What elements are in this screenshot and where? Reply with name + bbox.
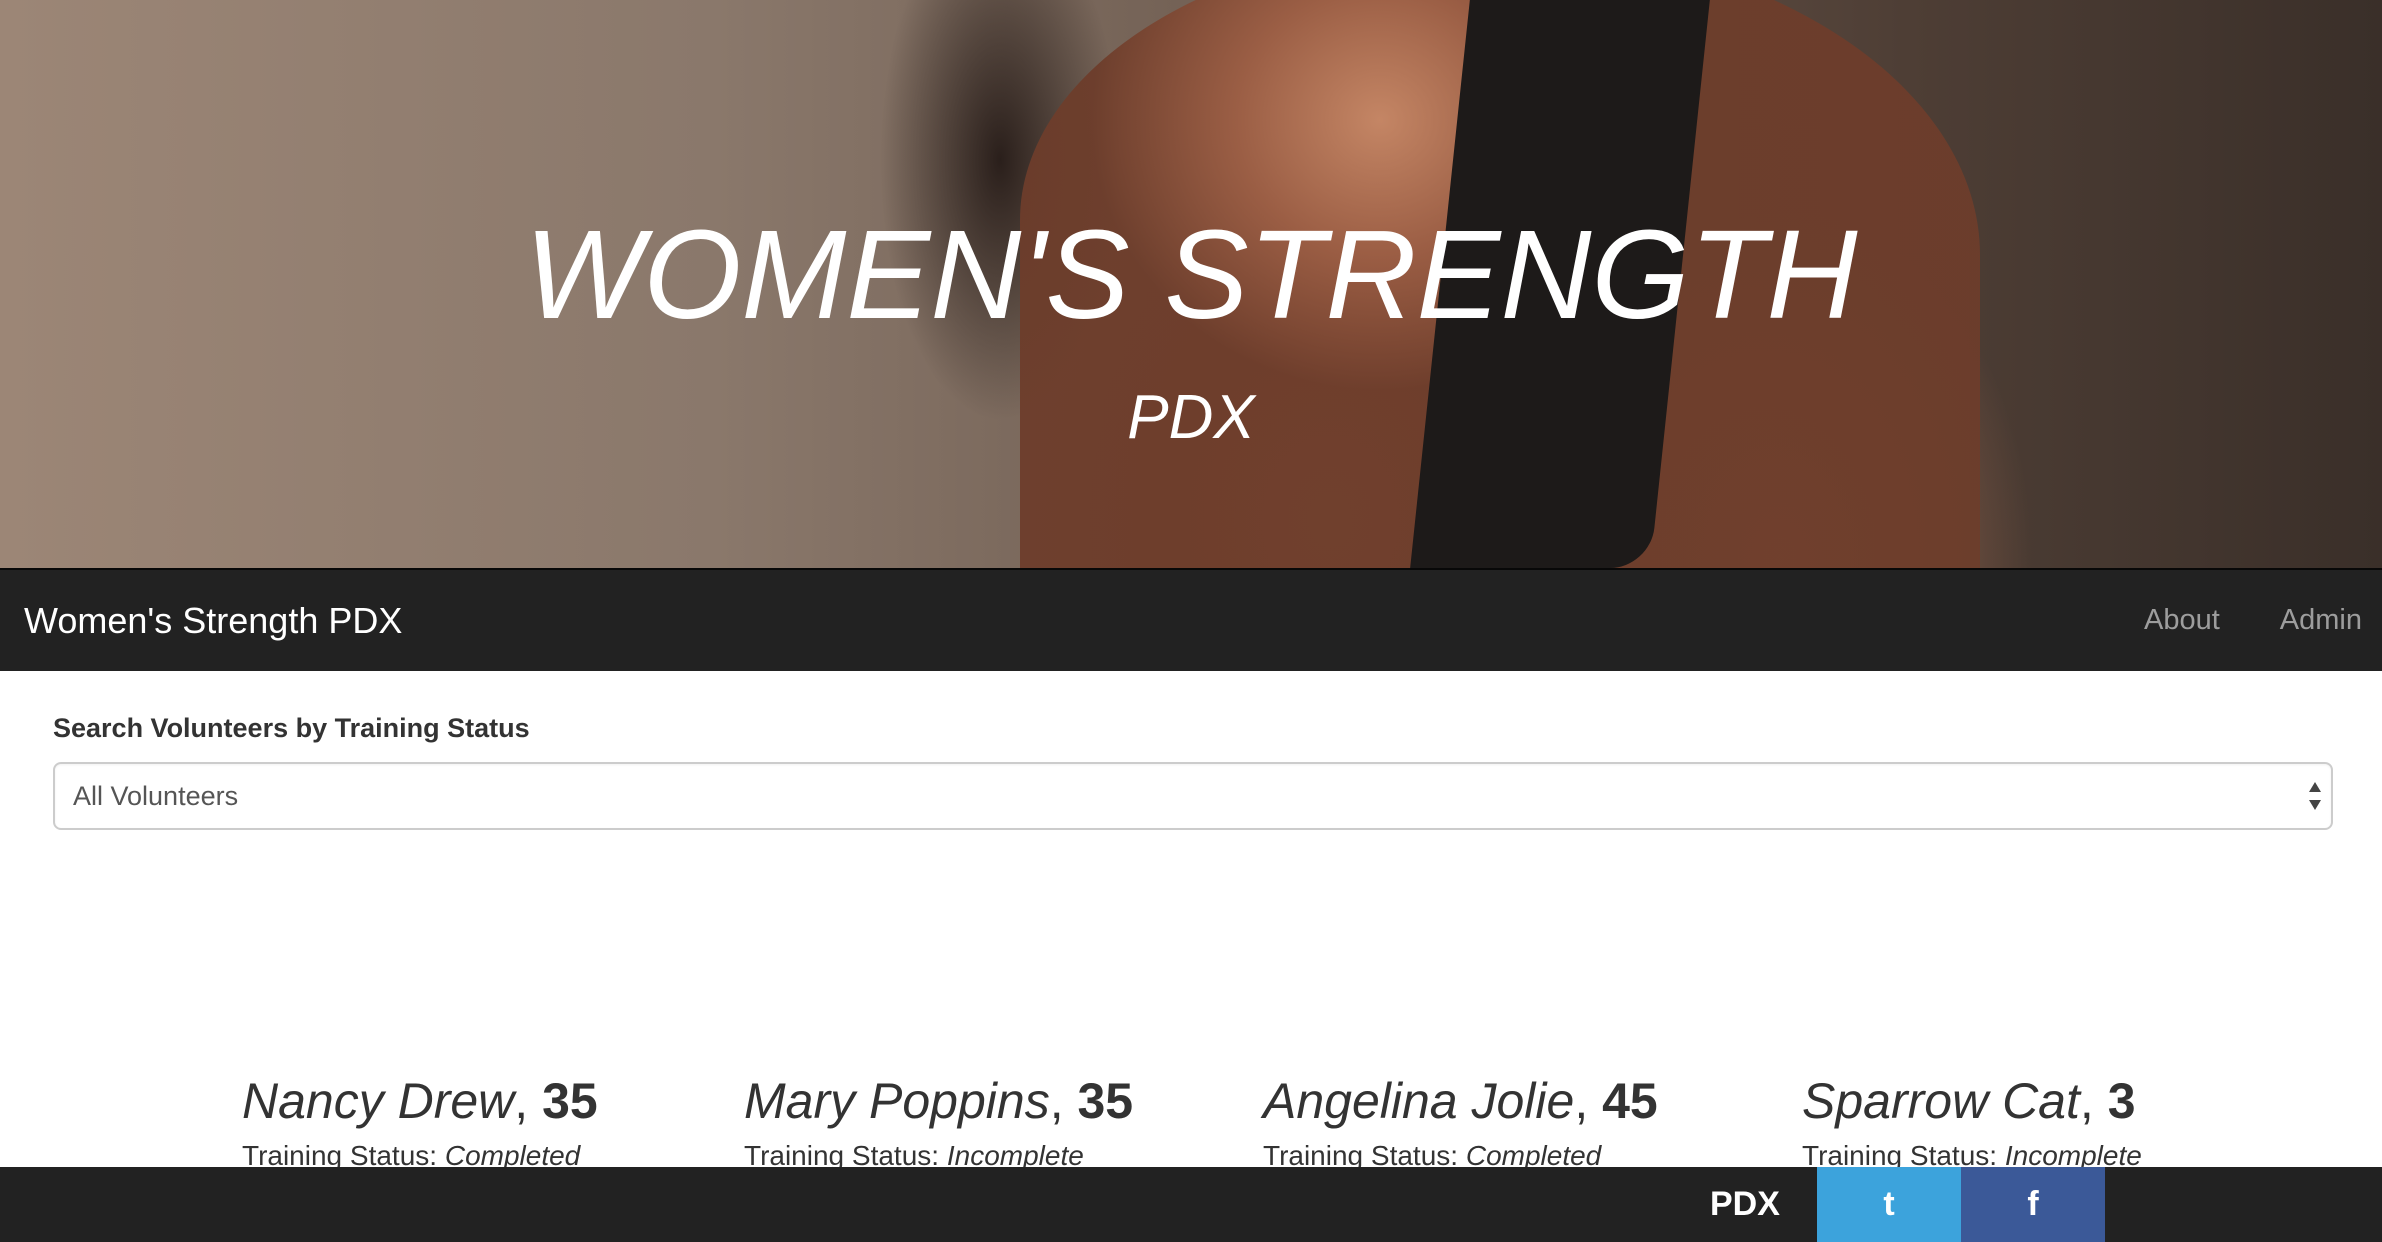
volunteer-name[interactable]: Sparrow Cat — [1802, 1073, 2080, 1129]
volunteer-heading: Angelina Jolie, 45 — [1263, 1073, 1658, 1129]
volunteer-name[interactable]: Mary Poppins — [744, 1073, 1050, 1129]
footer-bar: PDX t f — [0, 1167, 2382, 1242]
volunteer-name[interactable]: Nancy Drew — [242, 1073, 514, 1129]
volunteer-card: Nancy Drew, 35 Training Status: Complete… — [242, 1068, 598, 1176]
volunteer-card: Sparrow Cat, 3 Training Status: Incomple… — [1802, 1068, 2142, 1176]
hero-title: WOMEN'S STRENGTH — [524, 204, 1858, 345]
navbar: Women's Strength PDX About Admin — [0, 568, 2382, 671]
volunteer-card: Angelina Jolie, 45 Training Status: Comp… — [1263, 1068, 1658, 1176]
nav-link-admin[interactable]: Admin — [2280, 570, 2362, 671]
twitter-button[interactable]: t — [1817, 1167, 1961, 1242]
volunteer-age: 3 — [2107, 1073, 2136, 1129]
select-value: All Volunteers — [73, 781, 239, 811]
footer-brand: PDX — [1710, 1185, 1780, 1223]
volunteer-heading: Nancy Drew, 35 — [242, 1073, 598, 1129]
volunteer-age: 35 — [1077, 1073, 1134, 1129]
training-status-select[interactable]: All Volunteers — [53, 762, 2333, 830]
hero-banner: WOMEN'S STRENGTH PDX — [0, 0, 2382, 568]
search-label: Search Volunteers by Training Status — [53, 713, 530, 743]
volunteer-age: 45 — [1602, 1073, 1658, 1129]
volunteer-age: 35 — [542, 1073, 598, 1129]
navbar-links: About Admin — [2084, 570, 2362, 671]
volunteer-heading: Mary Poppins, 35 — [744, 1073, 1134, 1129]
volunteer-heading: Sparrow Cat, 3 — [1802, 1073, 2136, 1129]
volunteer-name[interactable]: Angelina Jolie — [1263, 1073, 1574, 1129]
navbar-brand[interactable]: Women's Strength PDX — [24, 570, 402, 671]
facebook-button[interactable]: f — [1961, 1167, 2105, 1242]
hero-subtitle: PDX — [1127, 383, 1255, 452]
volunteer-card: Mary Poppins, 35 Training Status: Incomp… — [744, 1068, 1133, 1176]
select-arrows-icon — [2309, 782, 2321, 810]
nav-link-about[interactable]: About — [2144, 570, 2220, 671]
